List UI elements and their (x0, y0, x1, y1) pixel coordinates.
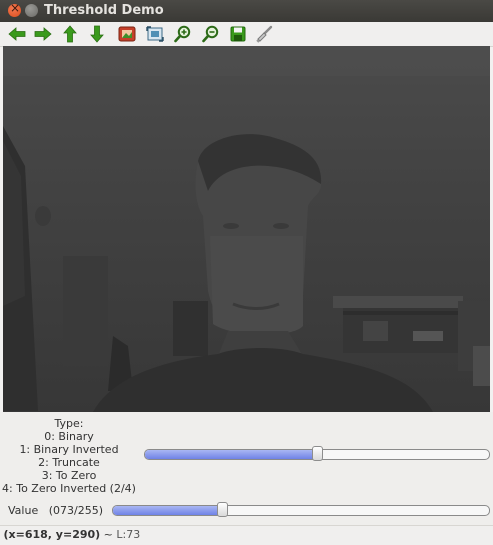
save-button[interactable] (228, 24, 248, 44)
title-bar: Threshold Demo (0, 0, 493, 22)
window-title: Threshold Demo (44, 3, 164, 18)
zoom-fit-icon (146, 26, 164, 42)
value-trackbar-fill (113, 506, 223, 515)
properties-icon (256, 25, 273, 43)
zoom-fit-button[interactable] (145, 24, 165, 44)
value-trackbar-handle[interactable] (217, 502, 228, 517)
grayscale-webcam-image (3, 46, 490, 412)
properties-button[interactable] (254, 24, 274, 44)
minimize-window-button[interactable] (25, 4, 38, 17)
cursor-coordinates: (x=618, y=290) (3, 528, 101, 541)
type-trackbar-label-line-1: 0: Binary (44, 430, 94, 443)
pan-left-button[interactable] (7, 24, 27, 44)
pan-up-icon (63, 25, 77, 43)
type-trackbar-fill (145, 450, 318, 459)
type-trackbar-label-line-4: 3: To Zero (41, 469, 97, 482)
pixel-level: L:73 (116, 528, 141, 541)
value-trackbar-name: Value (8, 504, 39, 517)
type-trackbar-label-line-5: 4: To Zero Inverted (2/4) (2, 482, 136, 495)
trackbar-panel: Type: 0: Binary 1: Binary Inverted 2: Tr… (0, 412, 493, 525)
toolbar (0, 22, 493, 47)
pan-up-button[interactable] (60, 24, 80, 44)
zoom-original-button[interactable] (117, 24, 137, 44)
type-trackbar-label-line-0: Type: (54, 417, 84, 430)
zoom-out-icon (202, 25, 219, 43)
image-canvas[interactable] (3, 46, 490, 412)
save-icon (230, 26, 246, 42)
value-trackbar-label: Value (073/255) (8, 504, 103, 517)
value-trackbar-readout: (073/255) (48, 504, 103, 517)
pan-down-icon (90, 25, 104, 43)
type-trackbar-label-line-2: 1: Binary Inverted (19, 443, 119, 456)
zoom-original-icon (118, 26, 136, 42)
pan-left-icon (8, 27, 26, 41)
pan-right-button[interactable] (33, 24, 53, 44)
pan-down-button[interactable] (87, 24, 107, 44)
type-trackbar-handle[interactable] (312, 446, 323, 461)
zoom-out-button[interactable] (201, 24, 221, 44)
status-bar: (x=618, y=290) ~ L:73 (0, 525, 493, 545)
zoom-in-button[interactable] (173, 24, 193, 44)
type-trackbar-label-line-3: 2: Truncate (38, 456, 100, 469)
zoom-in-icon (174, 25, 191, 43)
pan-right-icon (34, 27, 52, 41)
status-separator: ~ (100, 528, 117, 541)
value-trackbar[interactable] (112, 505, 490, 516)
close-window-button[interactable] (8, 1, 21, 17)
